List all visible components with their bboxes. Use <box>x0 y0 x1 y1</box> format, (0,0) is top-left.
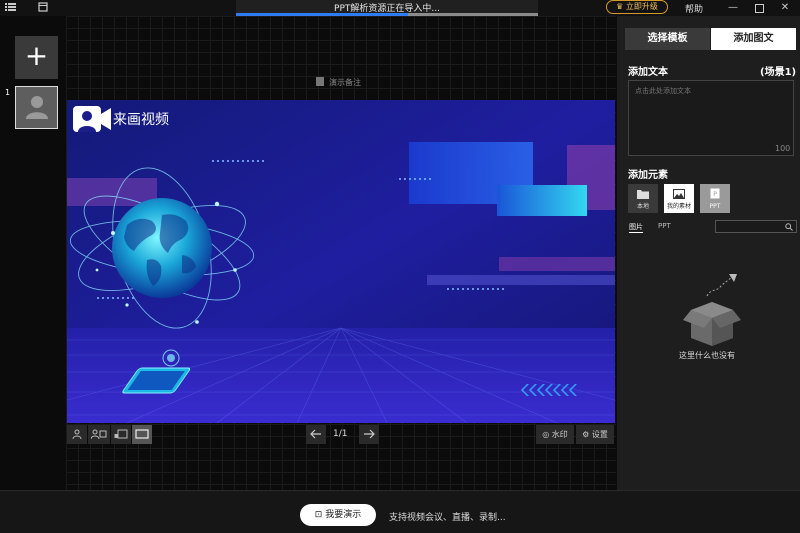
asset-search-input[interactable] <box>715 220 797 233</box>
slide-preview[interactable]: 来画视频 <box>67 100 615 423</box>
menu-icon[interactable] <box>4 2 16 14</box>
ppt-label: PPT <box>709 203 721 210</box>
arrow-right-icon <box>364 429 375 439</box>
subtab-images[interactable]: 图片 <box>629 222 643 233</box>
arrow-left-icon <box>310 429 321 439</box>
folder-icon <box>637 190 649 199</box>
empty-state-text: 这里什么也没有 <box>679 351 735 360</box>
watermark-button[interactable]: ◎ 水印 <box>536 425 574 444</box>
notes-icon <box>316 77 324 86</box>
my-assets-button[interactable]: 我的素材 <box>664 184 694 213</box>
notes-label: 演示备注 <box>329 78 361 87</box>
gear-icon: ⚙ <box>582 430 590 439</box>
slide-logo-text: 来画视频 <box>113 112 169 128</box>
local-upload-label: 本地 <box>636 203 649 210</box>
page-indicator: 1/1 <box>333 429 348 439</box>
right-panel: 选择模板 添加图文 添加文本 (场景1) 100 添加元素 本地 我的素材 P … <box>617 16 800 490</box>
prev-page-button[interactable] <box>306 425 326 444</box>
crown-icon: ♛ <box>616 2 624 11</box>
watermark-label: 水印 <box>551 430 568 439</box>
present-icon: ⊡ <box>314 510 323 520</box>
ppt-button[interactable]: P PPT <box>700 184 730 213</box>
layout-avatar-slide-button[interactable] <box>88 425 110 444</box>
person-icon <box>72 429 82 440</box>
support-text: 支持视频会议、直播、录制... <box>389 513 506 523</box>
upgrade-button[interactable]: ♛ 立即升级 <box>606 0 668 14</box>
maximize-icon[interactable] <box>748 0 770 16</box>
settings-label: 设置 <box>591 430 608 439</box>
minimize-icon[interactable]: — <box>722 0 744 16</box>
add-elements-heading: 添加元素 <box>628 170 668 181</box>
tab-add-graphic[interactable]: 添加图文 <box>711 28 796 50</box>
next-page-button[interactable] <box>359 425 379 444</box>
stage-canvas: 演示备注 来画视频 1/1 ◎ 水印 ⚙ 设置 <box>66 16 616 490</box>
present-label: 我要演示 <box>325 510 362 520</box>
window-icon[interactable] <box>37 2 49 14</box>
add-text-heading: 添加文本 <box>628 67 668 78</box>
empty-box-icon <box>683 274 741 346</box>
stage-toolbar: 1/1 ◎ 水印 ⚙ 设置 <box>66 423 616 445</box>
screen-icon <box>135 429 149 439</box>
watermark-icon: ◎ <box>542 430 550 439</box>
ppt-icon: P <box>710 188 720 199</box>
subtab-ppt[interactable]: PPT <box>658 222 671 230</box>
close-icon[interactable]: ✕ <box>774 0 796 16</box>
slide-thumbnail[interactable] <box>15 86 58 129</box>
title-bar: PPT解析资源正在导入中... ♛ 立即升级 帮助 — ✕ <box>0 0 800 16</box>
slide-background <box>67 100 615 423</box>
scene-label: (场景1) <box>760 67 797 78</box>
svg-text:P: P <box>713 191 717 198</box>
user-placeholder-icon <box>26 96 48 119</box>
char-limit: 100 <box>775 144 791 153</box>
panel-tabs: 选择模板 添加图文 <box>625 28 796 50</box>
present-button[interactable]: ⊡ 我要演示 <box>300 504 376 526</box>
tab-select-template[interactable]: 选择模板 <box>625 28 710 50</box>
add-slide-button[interactable]: + <box>15 36 58 79</box>
import-status-bar: PPT解析资源正在导入中... <box>236 0 538 16</box>
settings-button[interactable]: ⚙ 设置 <box>576 425 614 444</box>
image-icon <box>673 189 685 199</box>
help-link[interactable]: 帮助 <box>685 2 703 15</box>
person-slide-icon <box>90 429 107 440</box>
slide-number: 1 <box>5 88 11 97</box>
pip-icon <box>114 429 128 439</box>
upgrade-label: 立即升级 <box>625 2 658 11</box>
layout-slide-only-button[interactable] <box>132 425 152 444</box>
local-upload-button[interactable]: 本地 <box>628 184 658 213</box>
text-input[interactable] <box>628 80 794 156</box>
laihua-logo-icon <box>73 106 111 132</box>
footer-bar: ⊡ 我要演示 支持视频会议、直播、录制... <box>0 490 800 533</box>
my-assets-label: 我的素材 <box>666 203 691 210</box>
layout-avatar-only-button[interactable] <box>67 425 87 444</box>
slide-list: + 1 <box>0 16 66 490</box>
search-icon[interactable] <box>785 223 793 231</box>
presentation-notes[interactable]: 演示备注 <box>316 77 361 88</box>
layout-pip-button[interactable] <box>111 425 131 444</box>
